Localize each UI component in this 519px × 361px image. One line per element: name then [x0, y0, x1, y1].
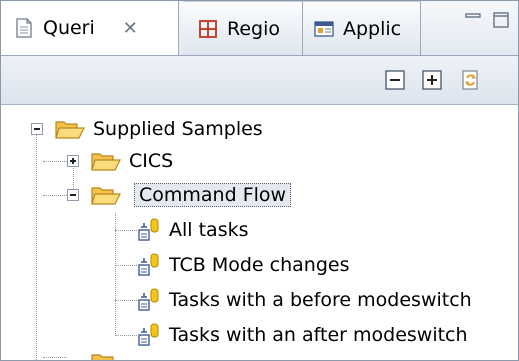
view-tab-strip: Queri ✕ Regio Applic [1, 1, 518, 56]
query-item-label: Tasks with an after modeswitch [169, 324, 468, 346]
folder-icon[interactable] [91, 351, 121, 361]
query-item-label: TCB Mode changes [169, 254, 350, 276]
query-item-label: Tasks with a before modeswitch [169, 289, 472, 311]
tree-node-label: Supplied Samples [93, 118, 263, 140]
tree-node-cics[interactable]: CICS [91, 144, 173, 178]
tree-node-label: CICS [129, 150, 174, 172]
view-toolbar [1, 56, 518, 105]
minimize-icon[interactable] [464, 11, 482, 29]
tree-guide [115, 265, 137, 266]
folder-icon [55, 121, 85, 139]
tree-toggle-expand[interactable] [67, 155, 79, 167]
query-item-tcb-mode-changes[interactable]: TCB Mode changes [137, 248, 349, 282]
tab-queries-label: Queri [43, 17, 95, 39]
query-item-all-tasks[interactable]: All tasks [137, 213, 249, 247]
tree-node-command-flow[interactable]: Command Flow [91, 178, 292, 212]
query-icon [138, 288, 159, 311]
tree-guide [43, 357, 67, 358]
sync-icon[interactable] [459, 69, 481, 91]
query-tree: Supplied Samples CICS Command Flow All t… [1, 105, 518, 360]
query-icon [138, 218, 159, 241]
folder-icon [91, 153, 121, 171]
maximize-icon[interactable] [492, 11, 510, 29]
tab-applic[interactable]: Applic [303, 1, 421, 55]
document-icon [16, 18, 32, 38]
window-controls [464, 11, 510, 29]
tree-guide [43, 161, 67, 162]
tab-regio[interactable]: Regio [183, 1, 303, 55]
query-item-before-modeswitch[interactable]: Tasks with a before modeswitch [137, 283, 472, 317]
tree-guide [43, 195, 67, 196]
tree-toggle-collapse[interactable] [67, 189, 79, 201]
query-icon [138, 253, 159, 276]
tree-node-label-selected: Command Flow [134, 183, 292, 207]
folder-icon [91, 187, 121, 205]
tree-guide [115, 300, 137, 301]
tree-node-supplied-samples[interactable]: Supplied Samples [55, 112, 263, 146]
tree-guide [36, 129, 37, 360]
window-icon [314, 20, 334, 37]
tree-toggle-collapse[interactable] [31, 123, 43, 135]
collapse-all-icon[interactable] [384, 69, 406, 91]
query-item-label: All tasks [169, 219, 249, 241]
tree-guide [115, 335, 137, 336]
query-item-after-modeswitch[interactable]: Tasks with an after modeswitch [137, 318, 468, 352]
tab-queries[interactable]: Queri ✕ [1, 1, 179, 55]
queries-view: Queri ✕ Regio Applic Supplied Samples CI… [0, 0, 519, 361]
close-icon[interactable]: ✕ [123, 18, 138, 39]
grid-icon [199, 19, 217, 38]
tree-guide [115, 230, 137, 231]
tab-applic-label: Applic [343, 17, 402, 40]
tree-guide [115, 213, 116, 336]
query-icon [138, 323, 159, 346]
tab-regio-label: Regio [227, 17, 281, 40]
expand-all-icon[interactable] [421, 69, 443, 91]
